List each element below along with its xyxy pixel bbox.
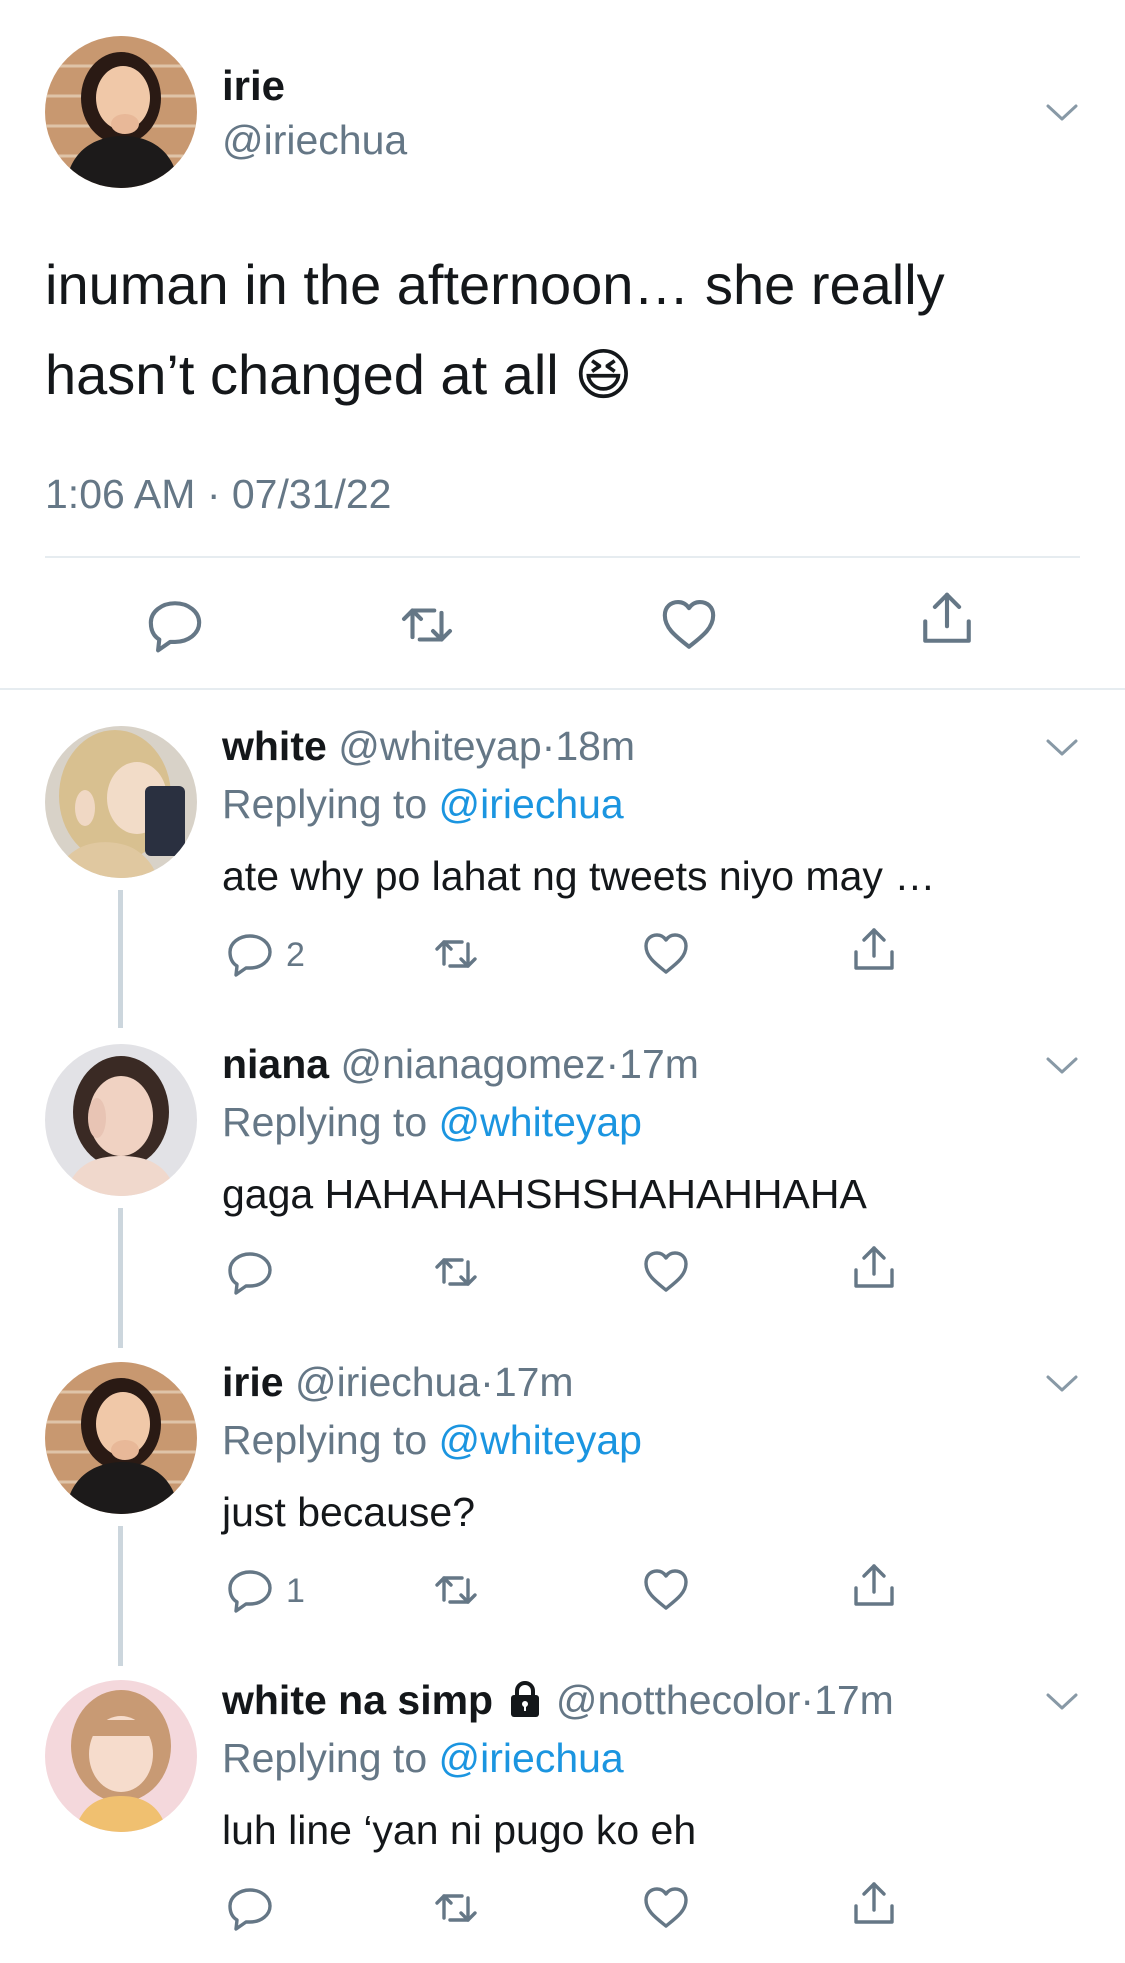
reply-author-name[interactable]: irie [222, 1359, 284, 1405]
like-icon[interactable] [642, 1566, 690, 1614]
replying-to-handle[interactable]: @iriechua [439, 781, 624, 827]
lock-icon [505, 1679, 545, 1719]
reply-text: just because? [222, 1489, 476, 1535]
reply-author-handle[interactable]: @whiteyap [338, 723, 541, 769]
reply-header: white na simp @notthecolor·17m [222, 1676, 894, 1724]
avatar[interactable] [45, 726, 197, 878]
replying-to: Replying to @iriechua [222, 1734, 624, 1782]
reply-time[interactable]: 17m [814, 1677, 894, 1723]
retweet-icon[interactable] [398, 596, 456, 654]
thread-line [118, 1208, 123, 1348]
chevron-down-icon[interactable] [1042, 1045, 1082, 1085]
share-icon[interactable] [850, 1244, 898, 1292]
main-author-name[interactable]: irie [222, 62, 285, 110]
share-icon[interactable] [850, 1562, 898, 1610]
replying-to: Replying to @whiteyap [222, 1416, 642, 1464]
separator-dot: · [605, 1041, 620, 1087]
main-tweet-text: inuman in the afternoon… she really hasn… [45, 240, 1045, 421]
thread-line [118, 1526, 123, 1666]
replying-to-handle[interactable]: @whiteyap [439, 1417, 642, 1463]
share-icon[interactable] [850, 1880, 898, 1928]
chevron-down-icon[interactable] [1042, 1363, 1082, 1403]
reply-time[interactable]: 17m [619, 1041, 699, 1087]
reply-icon[interactable] [226, 1248, 274, 1296]
replying-to-handle[interactable]: @whiteyap [439, 1099, 642, 1145]
replying-to: Replying to @whiteyap [222, 1098, 642, 1146]
divider [0, 688, 1125, 690]
replying-to-label: Replying to [222, 781, 428, 827]
replying-to-label: Replying to [222, 1417, 428, 1463]
reply-text: ate why po lahat ng tweets niyo may … [222, 853, 936, 899]
replying-to-label: Replying to [222, 1099, 428, 1145]
chevron-down-icon[interactable] [1042, 727, 1082, 767]
like-icon[interactable] [642, 1884, 690, 1932]
reply-author-handle[interactable]: @nianagomez [341, 1041, 606, 1087]
chevron-down-icon[interactable] [1042, 1681, 1082, 1721]
separator-dot: · [800, 1677, 815, 1723]
reply-time[interactable]: 17m [494, 1359, 574, 1405]
thread-line [118, 890, 123, 1028]
main-tweet-body: inuman in the afternoon… she really hasn… [45, 253, 945, 406]
reply-icon[interactable] [226, 1884, 274, 1932]
chevron-down-icon[interactable] [1042, 92, 1082, 132]
reply-count: 1 [286, 1572, 305, 1610]
reply-author-name[interactable]: white [222, 723, 327, 769]
laughing-emoji-icon: 😆 [574, 343, 633, 408]
separator-dot: · [480, 1359, 494, 1405]
main-tweet-timestamp[interactable]: 1:06 AM · 07/31/22 [45, 470, 391, 518]
reply-author-name[interactable]: white na simp [222, 1677, 493, 1723]
reply-author-handle[interactable]: @iriechua [295, 1359, 480, 1405]
like-icon[interactable] [642, 1248, 690, 1296]
reply-time[interactable]: 18m [555, 723, 635, 769]
retweet-icon[interactable] [432, 930, 480, 978]
divider [45, 556, 1080, 558]
share-icon[interactable] [918, 590, 976, 648]
reply-header: irie @iriechua·17m [222, 1358, 574, 1406]
reply-header: white @whiteyap·18m [222, 722, 635, 770]
avatar-main[interactable] [45, 36, 197, 188]
replying-to-label: Replying to [222, 1735, 428, 1781]
reply-icon[interactable] [226, 930, 274, 978]
share-icon[interactable] [850, 926, 898, 974]
reply-text: luh line ‘yan ni pugo ko eh [222, 1807, 697, 1853]
avatar[interactable] [45, 1362, 197, 1514]
reply-header: niana @nianagomez·17m [222, 1040, 699, 1088]
retweet-icon[interactable] [432, 1566, 480, 1614]
like-icon[interactable] [660, 596, 718, 654]
retweet-icon[interactable] [432, 1884, 480, 1932]
avatar[interactable] [45, 1680, 197, 1832]
avatar[interactable] [45, 1044, 197, 1196]
reply-icon[interactable] [146, 596, 204, 654]
main-author-handle[interactable]: @iriechua [222, 116, 407, 164]
replying-to-handle[interactable]: @iriechua [439, 1735, 624, 1781]
reply-icon[interactable] [226, 1566, 274, 1614]
reply-author-name[interactable]: niana [222, 1041, 329, 1087]
reply-count: 2 [286, 936, 305, 974]
reply-author-handle[interactable]: @notthecolor [556, 1677, 800, 1723]
retweet-icon[interactable] [432, 1248, 480, 1296]
replying-to: Replying to @iriechua [222, 780, 624, 828]
separator-dot: · [541, 723, 556, 769]
reply-text: gaga HAHAHAHSHSHAHAHHAHA [222, 1171, 867, 1217]
like-icon[interactable] [642, 930, 690, 978]
